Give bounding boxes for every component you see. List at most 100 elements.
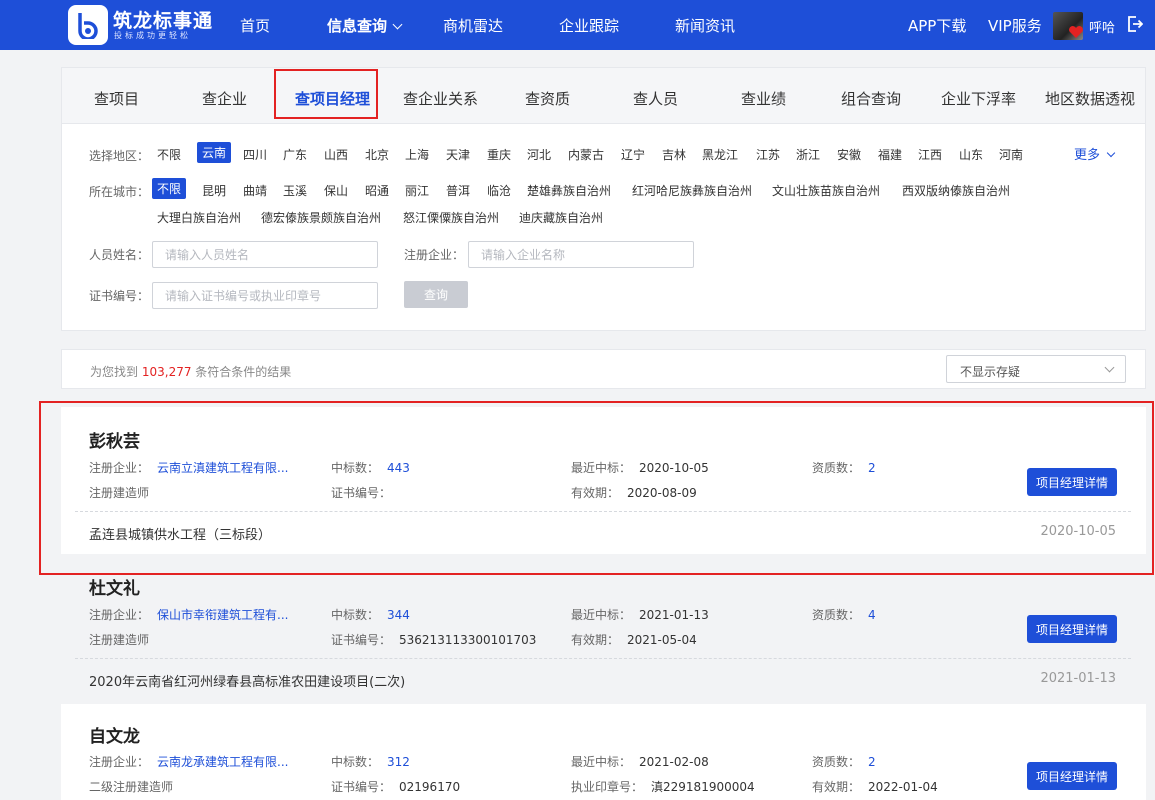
- recent-win-field: 最近中标： 2021-02-08: [571, 753, 709, 770]
- tab-regional-data[interactable]: 地区数据透视: [1045, 88, 1135, 109]
- city-chip[interactable]: 红河哈尼族彝族自治州: [632, 182, 752, 199]
- region-chip[interactable]: 吉林: [662, 146, 686, 163]
- region-chip[interactable]: 内蒙古: [568, 146, 604, 163]
- logo-title: 筑龙标事通: [113, 10, 214, 32]
- city-chip[interactable]: 普洱: [446, 182, 470, 199]
- region-chip[interactable]: 四川: [243, 146, 267, 163]
- more-regions-toggle[interactable]: 更多: [1074, 144, 1116, 163]
- city-chip[interactable]: 曲靖: [243, 182, 267, 199]
- query-button[interactable]: 查询: [404, 281, 468, 308]
- region-chip[interactable]: 上海: [405, 146, 429, 163]
- seal-field: 执业印章号： 滇229181900004: [571, 778, 755, 795]
- city-chip[interactable]: 西双版纳傣族自治州: [902, 182, 1010, 199]
- city-chip[interactable]: 文山壮族苗族自治州: [772, 182, 880, 199]
- active-tab-highlight: [274, 69, 378, 119]
- city-chip[interactable]: 丽江: [405, 182, 429, 199]
- manager-name[interactable]: 杜文礼: [89, 574, 140, 599]
- chevron-down-icon: [1104, 362, 1115, 373]
- top-navbar: 筑龙标事通 投标成功更轻松 首页 信息查询 商机雷达 企业跟踪 新闻资讯 APP…: [0, 0, 1155, 50]
- region-chip[interactable]: 北京: [365, 146, 389, 163]
- field-label: 中标数：: [331, 755, 380, 769]
- manager-name[interactable]: 自文龙: [89, 722, 140, 747]
- city-chip-selected[interactable]: 不限: [152, 178, 187, 199]
- region-chip[interactable]: 福建: [878, 146, 902, 163]
- recent-win-field: 最近中标： 2021-01-13: [571, 606, 709, 623]
- project-link[interactable]: 2020年云南省红河州绿春县高标准农田建设项目(二次): [89, 671, 405, 690]
- region-chip[interactable]: 江苏: [756, 146, 780, 163]
- wins-count[interactable]: 344: [387, 608, 410, 622]
- region-chip[interactable]: 天津: [446, 146, 470, 163]
- tab-personnel[interactable]: 查人员: [633, 88, 678, 109]
- region-chip[interactable]: 不限: [157, 146, 181, 163]
- logo[interactable]: [68, 5, 108, 45]
- field-label: 证书编号：: [331, 633, 392, 647]
- valid-field: 有效期： 2021-05-04: [571, 631, 697, 648]
- field-label: 注册企业：: [89, 755, 150, 769]
- region-chip[interactable]: 河北: [527, 146, 551, 163]
- result-prefix: 为您找到: [90, 365, 139, 379]
- quals-field: 资质数： 2: [812, 753, 876, 770]
- city-chip[interactable]: 大理白族自治州: [157, 209, 241, 226]
- field-label: 有效期：: [571, 633, 620, 647]
- doubt-filter-select[interactable]: 不显示存疑: [946, 355, 1126, 383]
- manager-detail-button[interactable]: 项目经理详情: [1027, 615, 1117, 643]
- field-label: 注册企业：: [89, 608, 150, 622]
- field-label: 执业印章号：: [571, 780, 644, 794]
- region-chip[interactable]: 山西: [324, 146, 348, 163]
- region-chip[interactable]: 辽宁: [621, 146, 645, 163]
- username[interactable]: 呼哈: [1089, 17, 1115, 36]
- region-chip[interactable]: 山东: [959, 146, 983, 163]
- tab-combined-query[interactable]: 组合查询: [841, 88, 901, 109]
- nav-news[interactable]: 新闻资讯: [675, 15, 735, 36]
- company-link[interactable]: 保山市幸衔建筑工程有...: [157, 608, 288, 622]
- wins-count[interactable]: 312: [387, 755, 410, 769]
- nav-home[interactable]: 首页: [240, 15, 270, 36]
- manager-detail-button[interactable]: 项目经理详情: [1027, 762, 1117, 790]
- region-chip[interactable]: 浙江: [796, 146, 820, 163]
- tab-bid-discount-rate[interactable]: 企业下浮率: [941, 88, 1016, 109]
- city-chip[interactable]: 昆明: [202, 182, 226, 199]
- role-text: 注册建造师: [89, 633, 150, 647]
- result-suffix: 条符合条件的结果: [195, 365, 292, 379]
- tab-project[interactable]: 查项目: [94, 88, 139, 109]
- city-chip[interactable]: 楚雄彝族自治州: [527, 182, 611, 199]
- region-chip-selected[interactable]: 云南: [197, 142, 232, 163]
- region-chip[interactable]: 河南: [999, 146, 1023, 163]
- region-chip[interactable]: 黑龙江: [702, 146, 738, 163]
- region-chip[interactable]: 广东: [283, 146, 307, 163]
- city-chip[interactable]: 昭通: [365, 182, 389, 199]
- wins-field: 中标数： 344: [331, 606, 410, 623]
- vip-service-link[interactable]: VIP服务: [988, 15, 1042, 36]
- city-chip[interactable]: 怒江傈僳族自治州: [403, 209, 499, 226]
- logo-icon: [78, 13, 98, 39]
- person-name-input[interactable]: [152, 241, 378, 268]
- city-chip[interactable]: 临沧: [487, 182, 511, 199]
- chevron-down-icon: [392, 19, 403, 30]
- company-link[interactable]: 云南龙承建筑工程有限...: [157, 755, 288, 769]
- tab-performance[interactable]: 查业绩: [741, 88, 786, 109]
- tab-qualification[interactable]: 查资质: [525, 88, 570, 109]
- cert-number-input[interactable]: [152, 282, 378, 309]
- region-chip[interactable]: 重庆: [487, 146, 511, 163]
- quals-count[interactable]: 2: [868, 755, 876, 769]
- quals-count[interactable]: 4: [868, 608, 876, 622]
- tab-company[interactable]: 查企业: [202, 88, 247, 109]
- logo-subtitle: 投标成功更轻松: [114, 31, 191, 40]
- city-chip[interactable]: 保山: [324, 182, 348, 199]
- cert-field: 证书编号： 536213113300101703: [331, 631, 536, 648]
- region-chip[interactable]: 江西: [918, 146, 942, 163]
- city-chip[interactable]: 玉溪: [283, 182, 307, 199]
- wins-field: 中标数： 312: [331, 753, 410, 770]
- nav-info-query[interactable]: 信息查询: [327, 15, 403, 36]
- nav-opportunity-radar[interactable]: 商机雷达: [443, 15, 503, 36]
- tab-company-relation[interactable]: 查企业关系: [403, 88, 478, 109]
- city-chip[interactable]: 迪庆藏族自治州: [519, 209, 603, 226]
- result-summary: 为您找到 103,277 条符合条件的结果: [90, 363, 291, 380]
- city-chip[interactable]: 德宏傣族景颇族自治州: [261, 209, 381, 226]
- logout-icon[interactable]: [1127, 16, 1143, 32]
- nav-company-tracking[interactable]: 企业跟踪: [559, 15, 619, 36]
- role-text: 二级注册建造师: [89, 780, 174, 794]
- app-download-link[interactable]: APP下载: [908, 15, 966, 36]
- region-chip[interactable]: 安徽: [837, 146, 861, 163]
- company-name-input[interactable]: [468, 241, 694, 268]
